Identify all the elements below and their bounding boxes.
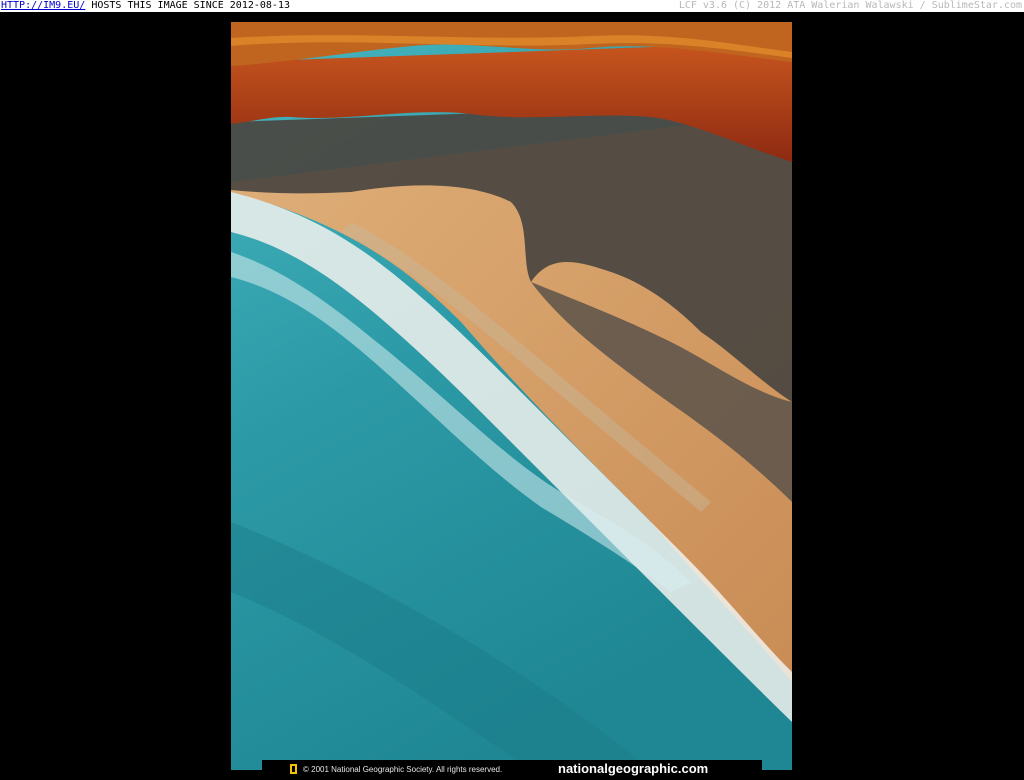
hosting-info-left: HTTP://IM9.EU/ HOSTS THIS IMAGE SINCE 20… (1, 0, 290, 12)
copyright-credit-text: LCF v3.6 (C) 2012 ATA Walerian Walawski … (678, 0, 1022, 11)
copyright-notice: © 2001 National Geographic Society. All … (303, 765, 503, 774)
hosts-since-text: HOSTS THIS IMAGE SINCE 2012-08-13 (85, 0, 290, 11)
coastline-photo-drawing (231, 22, 792, 770)
coastline-photo (231, 22, 792, 770)
photo-credit-bar: © 2001 National Geographic Society. All … (262, 760, 762, 780)
im9-link[interactable]: HTTP://IM9.EU/ (1, 0, 85, 11)
ng-yellow-rectangle-icon (290, 764, 297, 774)
hosting-info-bar: HTTP://IM9.EU/ HOSTS THIS IMAGE SINCE 20… (0, 0, 1024, 12)
site-name: nationalgeographic.com (558, 761, 709, 776)
